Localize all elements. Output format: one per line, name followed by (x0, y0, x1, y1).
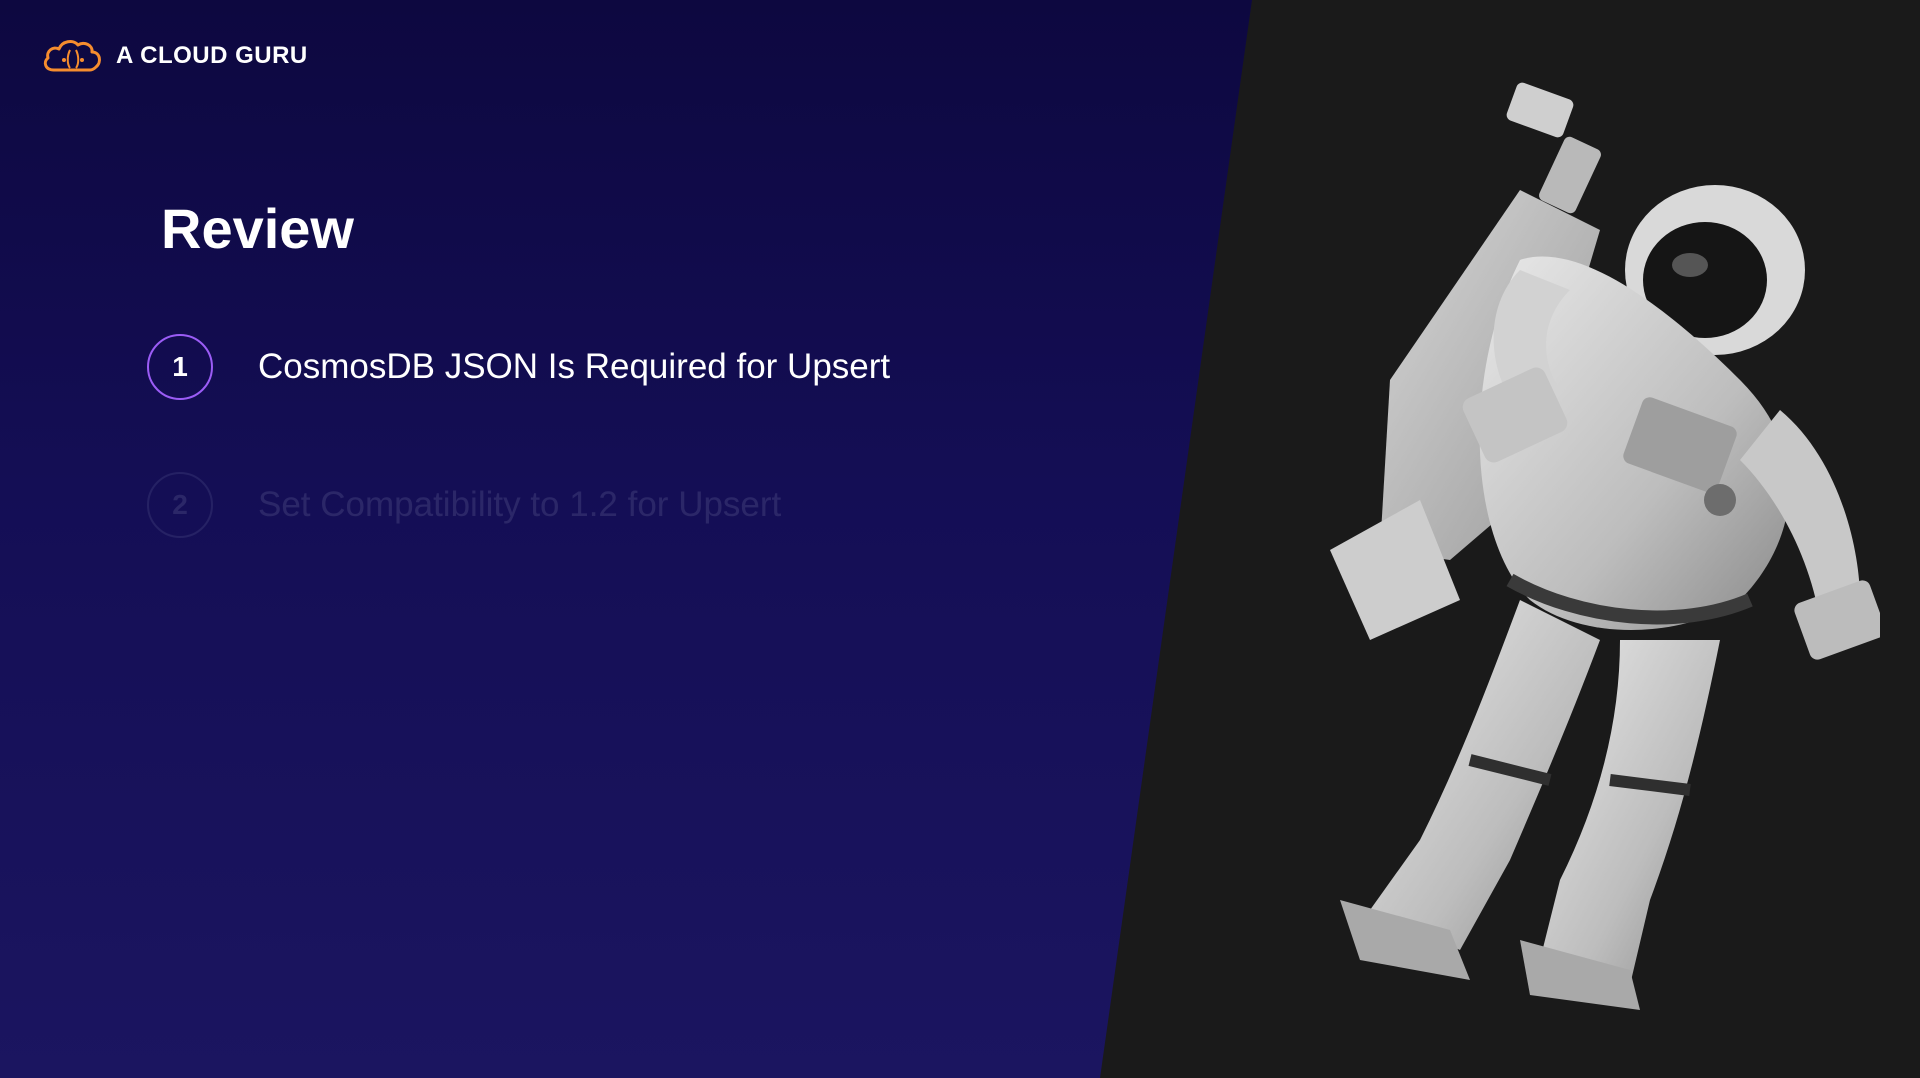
brand-name: A CLOUD GURU (116, 42, 308, 69)
review-item-2: 2 Set Compatibility to 1.2 for Upsert (147, 472, 781, 538)
review-item-label: Set Compatibility to 1.2 for Upsert (258, 485, 782, 524)
slide: A CLOUD GURU Review 1 CosmosDB JSON Is R… (0, 0, 1920, 1078)
review-item-1: 1 CosmosDB JSON Is Required for Upsert (147, 334, 890, 400)
review-item-label: CosmosDB JSON Is Required for Upsert (258, 347, 891, 386)
brand-logo: A CLOUD GURU (40, 36, 308, 76)
cloud-icon (43, 40, 101, 72)
step-number-badge: 1 (147, 334, 213, 400)
slide-title: Review (161, 197, 354, 260)
step-number-badge: 2 (147, 472, 213, 538)
astronaut-illustration (1330, 82, 1880, 1010)
